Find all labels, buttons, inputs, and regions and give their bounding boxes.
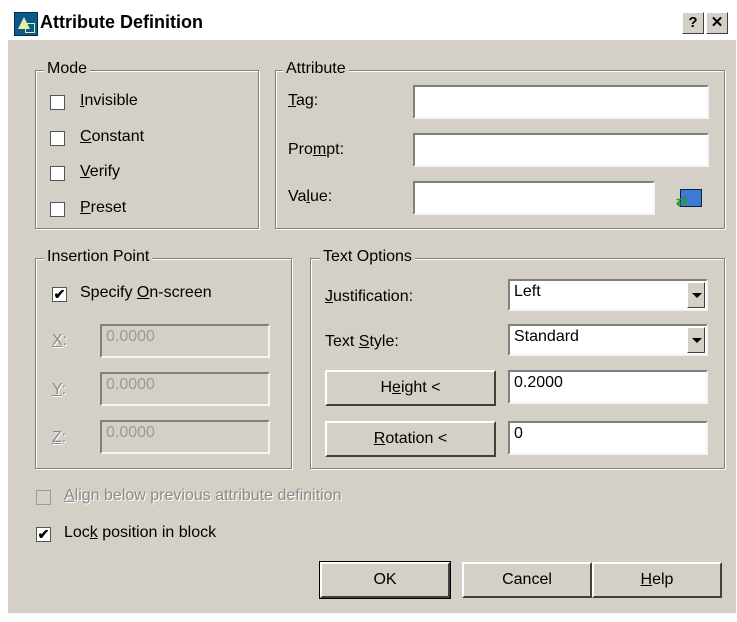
preset-label: Preset [80, 199, 127, 216]
text-options-legend: Text Options [320, 248, 415, 266]
preset-checkbox[interactable] [50, 202, 65, 217]
window-title: Attribute Definition [40, 12, 203, 32]
verify-checkbox[interactable] [50, 166, 65, 181]
mode-legend: Mode [44, 60, 91, 78]
invisible-label: Invisible [80, 92, 138, 109]
attribute-icon [14, 12, 38, 36]
height-pick-button[interactable]: Height < [325, 370, 496, 406]
z-input[interactable]: 0.0000 [100, 420, 270, 454]
verify-label: Verify [80, 163, 121, 180]
help-button[interactable]: Help [592, 562, 722, 598]
tag-input[interactable] [413, 85, 709, 119]
value-label: Value: [288, 188, 333, 205]
justification-select[interactable]: Left [508, 279, 708, 311]
text-style-value: Standard [514, 328, 579, 345]
tag-label: Tag: [288, 92, 319, 109]
rotation-pick-button[interactable]: Rotation < [325, 421, 496, 457]
specify-onscreen-checkbox[interactable]: ✔ [52, 287, 67, 302]
constant-checkbox[interactable] [50, 131, 65, 146]
lock-position-label: Lock position in block [64, 524, 217, 541]
align-below-checkbox[interactable] [36, 490, 51, 505]
z-label: Z: [52, 429, 67, 446]
mode-group [35, 70, 259, 229]
text-style-label: Text Style: [325, 333, 399, 350]
y-input[interactable]: 0.0000 [100, 372, 270, 406]
prompt-input[interactable] [413, 133, 709, 167]
y-label: Y: [52, 381, 67, 398]
constant-label: Constant [80, 128, 145, 145]
lock-position-checkbox[interactable]: ✔ [36, 527, 51, 542]
chevron-down-icon[interactable] [687, 282, 705, 308]
insertion-point-legend: Insertion Point [44, 248, 153, 266]
x-input[interactable]: 0.0000 [100, 324, 270, 358]
value-field-arrow: ⇄ [676, 193, 688, 209]
align-below-label: Align below previous attribute definitio… [64, 487, 342, 504]
justification-value: Left [514, 283, 541, 300]
cancel-button[interactable]: Cancel [462, 562, 592, 598]
ok-button[interactable]: OK [319, 561, 451, 599]
specify-onscreen-label: Specify On-screen [80, 284, 212, 301]
value-field-icon[interactable]: ⇄ [670, 181, 710, 215]
help-icon[interactable]: ? [682, 12, 704, 34]
value-input[interactable] [413, 181, 655, 215]
chevron-down-icon[interactable] [687, 327, 705, 353]
height-input[interactable]: 0.2000 [508, 370, 708, 404]
invisible-checkbox[interactable] [50, 95, 65, 110]
prompt-label: Prompt: [288, 141, 345, 158]
text-style-select[interactable]: Standard [508, 324, 708, 356]
attribute-legend: Attribute [283, 60, 349, 78]
x-label: X: [52, 332, 68, 349]
rotation-input[interactable]: 0 [508, 421, 708, 455]
justification-label: Justification: [325, 288, 414, 305]
close-icon[interactable]: ✕ [706, 12, 728, 34]
